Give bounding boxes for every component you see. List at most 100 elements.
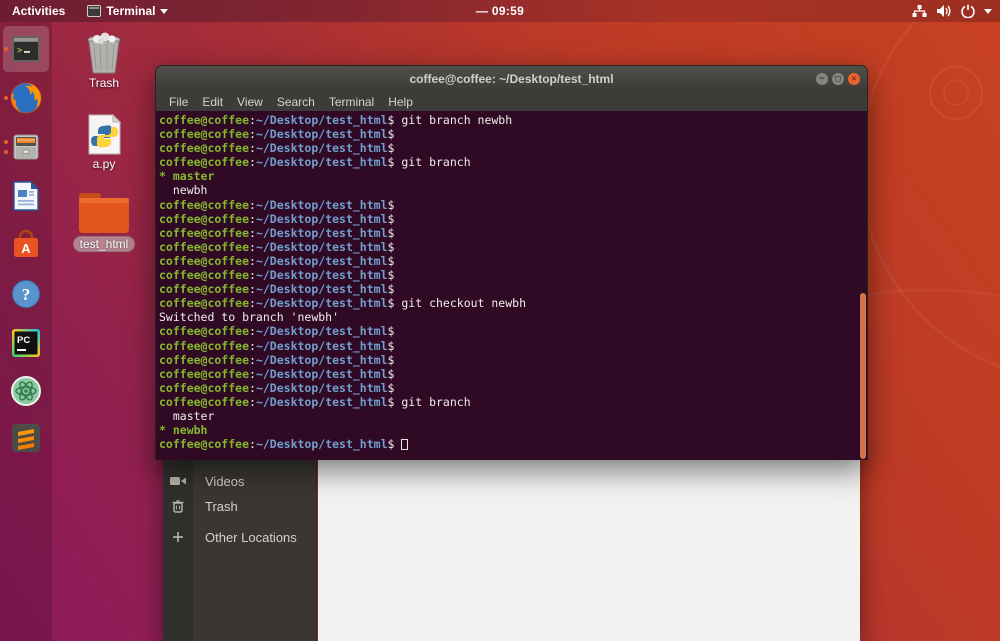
svg-text:>: >: [17, 46, 23, 56]
files-content-area[interactable]: [318, 440, 860, 641]
terminal-scrollbar-thumb[interactable]: [860, 293, 866, 459]
chevron-down-icon: [984, 8, 992, 14]
terminal-line: coffee@coffee:~/Desktop/test_html$: [159, 253, 395, 268]
desktop-icon-label: Trash: [88, 76, 120, 90]
chevron-down-icon: [160, 8, 169, 14]
terminal-line: coffee@coffee:~/Desktop/test_html$: [159, 324, 395, 339]
files-window: Videos Trash Other Locations: [163, 440, 860, 641]
sidebar-item-label: Videos: [205, 473, 245, 489]
terminal-line: coffee@coffee:~/Desktop/test_html$: [159, 127, 395, 142]
menu-edit[interactable]: Edit: [195, 95, 230, 109]
desktop-icon-trash[interactable]: Trash: [72, 32, 136, 90]
terminal-line: master: [159, 408, 215, 423]
dock-item-libreoffice-writer[interactable]: [3, 173, 49, 219]
sublime-text-icon: [12, 424, 40, 452]
sidebar-item-label: Trash: [205, 498, 238, 514]
svg-text:?: ?: [22, 285, 31, 304]
terminal-line: coffee@coffee:~/Desktop/test_html$: [159, 380, 395, 395]
ubuntu-software-icon: A: [14, 229, 38, 257]
svg-text:PC: PC: [17, 335, 30, 346]
terminal-window: coffee@coffee: ~/Desktop/test_html − ▢ ✕…: [155, 65, 868, 460]
dock: > A ? PC: [0, 22, 52, 641]
plus-icon: [163, 531, 193, 543]
terminal-icon: >: [12, 36, 40, 62]
terminal-line: coffee@coffee:~/Desktop/test_html$: [159, 352, 395, 367]
sidebar-item-trash[interactable]: Trash: [163, 494, 317, 518]
firefox-icon: [10, 82, 42, 114]
sidebar-item-other-locations[interactable]: Other Locations: [163, 525, 317, 549]
terminal-line: coffee@coffee:~/Desktop/test_html$ git c…: [159, 296, 527, 311]
volume-icon: [937, 5, 951, 17]
terminal-line: * newbh: [159, 423, 208, 438]
files-icon: [13, 134, 39, 160]
terminal-titlebar[interactable]: coffee@coffee: ~/Desktop/test_html − ▢ ✕: [156, 66, 867, 92]
menu-search[interactable]: Search: [270, 95, 322, 109]
dock-item-ubuntu-software[interactable]: A: [3, 222, 49, 268]
desktop: Trash a.py test_html Videos Trash Other …: [0, 0, 1000, 641]
terminal-line: coffee@coffee:~/Desktop/test_html$ git b…: [159, 155, 471, 170]
focused-app-menu[interactable]: Terminal: [87, 4, 169, 18]
terminal-line: coffee@coffee:~/Desktop/test_html$: [159, 437, 867, 451]
terminal-line: coffee@coffee:~/Desktop/test_html$: [159, 366, 395, 381]
python-file-icon: [88, 114, 121, 155]
terminal-cursor: [401, 439, 409, 451]
terminal-line: coffee@coffee:~/Desktop/test_html$: [159, 211, 395, 226]
folder-icon: [79, 193, 129, 233]
dock-item-files[interactable]: [3, 124, 49, 170]
system-status-area[interactable]: [912, 0, 992, 22]
trash-icon: [163, 499, 193, 513]
sidebar-item-label: Other Locations: [205, 529, 297, 545]
terminal-menubar: File Edit View Search Terminal Help: [156, 92, 867, 111]
close-button[interactable]: ✕: [848, 73, 860, 85]
dock-item-firefox[interactable]: [3, 75, 49, 121]
dock-item-terminal[interactable]: >: [3, 26, 49, 72]
dock-item-sublime-text[interactable]: [3, 415, 49, 461]
running-indicator: [4, 140, 8, 144]
dock-item-help[interactable]: ?: [3, 271, 49, 317]
dock-item-atom[interactable]: [3, 368, 49, 414]
desktop-icon-label: test_html: [72, 236, 136, 252]
terminal-line: coffee@coffee:~/Desktop/test_html$: [159, 282, 395, 297]
sidebar-item-videos[interactable]: Videos: [163, 469, 317, 493]
clock[interactable]: — 09:59: [476, 4, 524, 18]
running-indicator: [4, 96, 8, 100]
running-indicator: [4, 150, 8, 154]
help-icon: ?: [12, 280, 40, 308]
activities-button[interactable]: Activities: [12, 4, 65, 18]
terminal-line: coffee@coffee:~/Desktop/test_html$: [159, 225, 395, 240]
menu-view[interactable]: View: [230, 95, 270, 109]
network-icon: [912, 5, 927, 17]
trash-full-icon: [87, 32, 121, 74]
power-icon: [961, 4, 975, 18]
running-indicator: [4, 47, 8, 51]
svg-text:A: A: [21, 241, 31, 256]
terminal-small-icon: [87, 5, 102, 17]
desktop-icon-label: a.py: [92, 157, 116, 171]
dock-item-pycharm[interactable]: PC: [3, 320, 49, 366]
terminal-line: coffee@coffee:~/Desktop/test_html$: [159, 197, 395, 212]
terminal-line: coffee@coffee:~/Desktop/test_html$ git b…: [159, 394, 471, 409]
terminal-line: coffee@coffee:~/Desktop/test_html$: [159, 239, 395, 254]
maximize-button[interactable]: ▢: [832, 73, 844, 85]
terminal-line: coffee@coffee:~/Desktop/test_html$: [159, 141, 395, 156]
focused-app-name: Terminal: [106, 4, 156, 18]
terminal-content[interactable]: coffee@coffee:~/Desktop/test_html$ git b…: [156, 111, 867, 460]
terminal-line: coffee@coffee:~/Desktop/test_html$ git b…: [159, 113, 513, 127]
minimize-button[interactable]: −: [816, 73, 828, 85]
atom-icon: [11, 376, 41, 406]
terminal-line: newbh: [159, 183, 208, 198]
menu-file[interactable]: File: [162, 95, 195, 109]
terminal-line: coffee@coffee:~/Desktop/test_html$: [159, 338, 395, 353]
terminal-line: coffee@coffee:~/Desktop/test_html$: [159, 268, 395, 283]
pycharm-icon: PC: [12, 329, 40, 357]
files-sidebar: Videos Trash Other Locations: [163, 440, 317, 641]
terminal-line: * master: [159, 169, 215, 184]
menu-terminal[interactable]: Terminal: [322, 95, 381, 109]
desktop-icon-apy[interactable]: a.py: [72, 114, 136, 171]
window-title: coffee@coffee: ~/Desktop/test_html: [409, 72, 614, 86]
terminal-line: Switched to branch 'newbh': [159, 310, 340, 325]
video-icon: [163, 475, 193, 487]
desktop-icon-test-html[interactable]: test_html: [72, 192, 136, 253]
menu-help[interactable]: Help: [381, 95, 420, 109]
libreoffice-writer-icon: [13, 181, 39, 211]
